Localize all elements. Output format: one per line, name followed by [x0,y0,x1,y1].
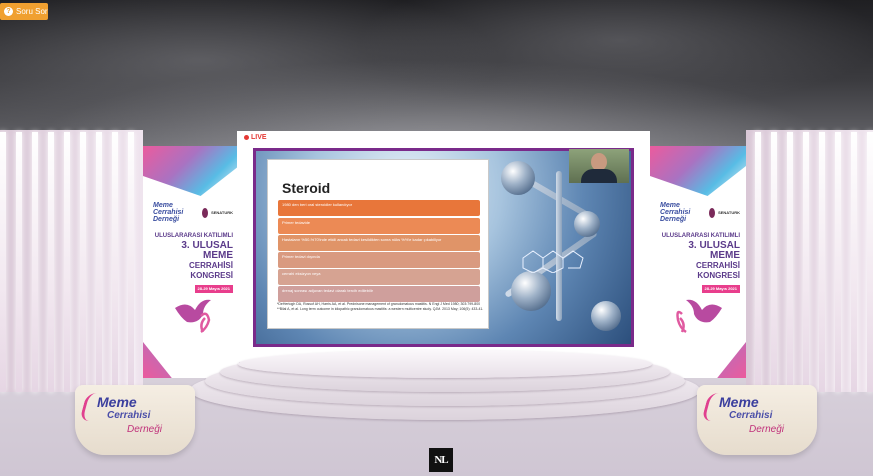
congress-line2: 3. ULUSAL MEME [181,240,233,261]
bullet-bar: drenaj sonrası adjuvan tedavi olarak ter… [278,286,480,302]
ask-question-button[interactable]: ? Soru Sor [0,3,48,20]
nl-logo: NL [429,448,453,472]
dove-ribbon-icon [676,299,722,334]
org-logo: Meme Cerrahisi Derneği [153,202,184,223]
live-label: LIVE [251,134,267,141]
steroid-structure-icon [522,250,584,273]
partner-seal-icon [202,207,209,218]
question-icon: ? [4,7,13,16]
partner-name: SENATURK [718,210,740,215]
left-pillars [0,132,134,392]
ask-question-label: Soru Sor [16,7,48,16]
live-dot-icon [244,135,249,140]
right-congress-banner: Meme Cerrahisi Derneği SENATURK ULUSLARA… [650,146,746,378]
slide-title: Steroid [282,180,331,196]
org-logo: Meme Cerrahisi Derneği [660,202,691,223]
podium-brand: Meme Cerrahisi Derneği [719,394,785,435]
bullet-bar: Hastaların %50-%70'inde etkili ancak ted… [278,235,480,251]
bullet-bar: Primer tedavi dışında [278,252,480,268]
slide-references: *DeHertogh DA, Rossof AH, Harris AA, et … [277,302,485,312]
virtual-stage: ? Soru Sor Meme Cerrahisi Derneği SENATU… [0,0,873,476]
left-congress-banner: Meme Cerrahisi Derneği SENATURK ULUSLARA… [143,146,239,378]
live-indicator: LIVE [244,134,267,141]
congress-line3: CERRAHİSİ KONGRESİ [695,261,740,280]
partner-seal-icon [709,207,716,218]
speaker-video [569,149,629,183]
congress-date: 28-29 Mayıs 2021 [701,285,740,293]
congress-date: 28-29 Mayıs 2021 [194,285,233,293]
right-pillars [755,132,873,392]
bullet-bar: Primer tedavide [278,218,480,234]
congress-line3: CERRAHİSİ KONGRESİ [188,261,233,280]
left-podium: Meme Cerrahisi Derneği [75,385,195,455]
bullet-bar: 1980 den beri oral steroidler kullanılıy… [278,200,480,216]
bullet-bar: cerrahi eksizyon veya [278,269,480,285]
reference-item: **Bilal A, et al. Long term outcome in i… [277,307,484,311]
partner-name: SENATURK [211,210,233,215]
congress-line2: 3. ULUSAL MEME [688,240,740,261]
right-podium: Meme Cerrahisi Derneği [697,385,817,455]
dove-ribbon-icon [175,299,211,334]
slide-content-panel: Steroid 1980 den beri oral steroidler ku… [267,159,489,329]
podium-brand: Meme Cerrahisi Derneği [97,394,163,435]
